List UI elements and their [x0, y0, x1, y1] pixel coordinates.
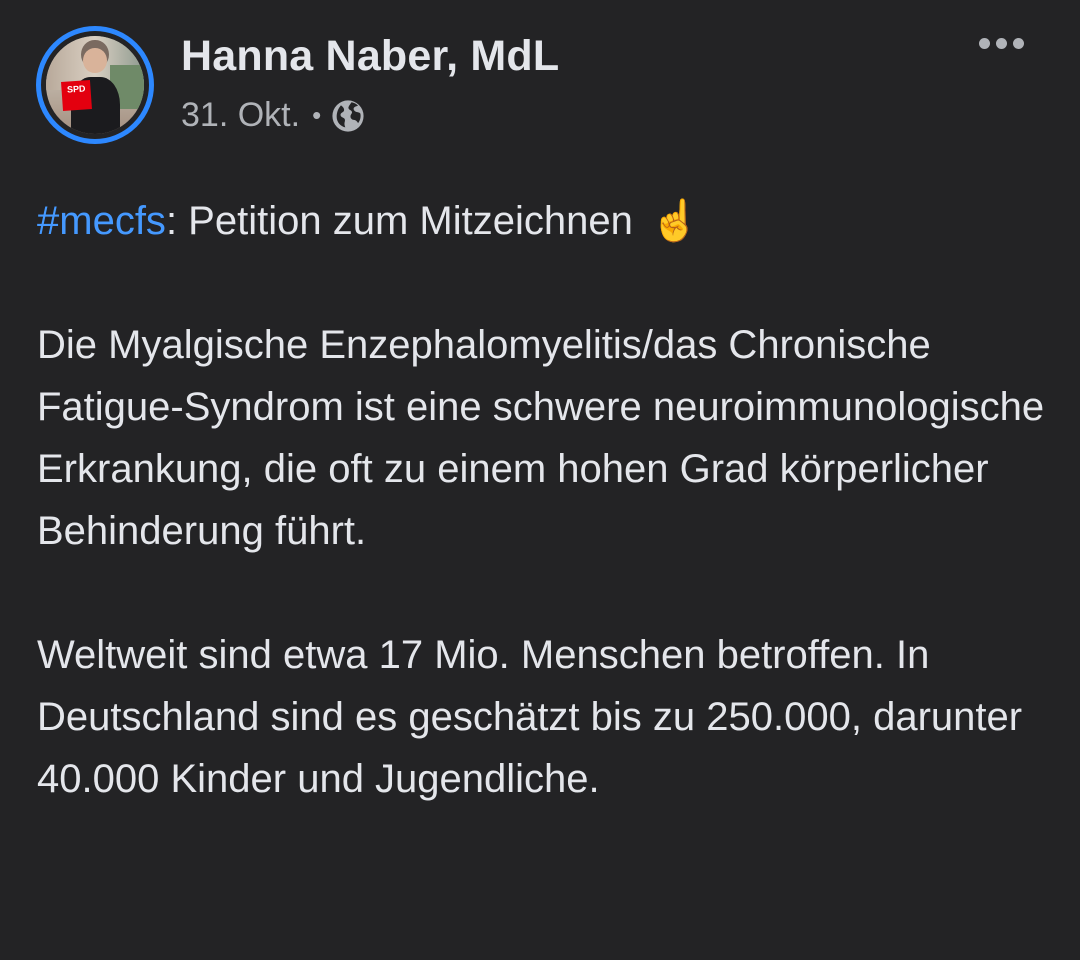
- hashtag-link[interactable]: #mecfs: [37, 199, 166, 243]
- avatar[interactable]: SPD: [36, 26, 154, 144]
- paragraph-2: Weltweit sind etwa 17 Mio. Menschen betr…: [37, 633, 1023, 801]
- post: SPD Hanna Naber, MdL 31. Okt. • #mecfs: …: [0, 0, 1080, 960]
- post-text: #mecfs: Petition zum Mitzeichnen ☝️ Die …: [37, 190, 1057, 810]
- more-options-icon[interactable]: [979, 38, 1024, 49]
- post-meta: 31. Okt. •: [181, 96, 365, 135]
- post-date[interactable]: 31. Okt.: [181, 96, 300, 135]
- meta-separator: •: [312, 100, 322, 130]
- globe-icon[interactable]: [331, 99, 365, 133]
- paragraph-1: Die Myalgische Enzephalomyelitis/das Chr…: [37, 323, 1045, 553]
- post-headline: #mecfs: Petition zum Mitzeichnen ☝️: [37, 190, 1057, 252]
- author-name[interactable]: Hanna Naber, MdL: [181, 32, 559, 81]
- pointing-up-emoji: ☝️: [649, 199, 700, 243]
- avatar-sign: SPD: [60, 80, 93, 112]
- headline-text: : Petition zum Mitzeichnen: [165, 199, 633, 243]
- profile-photo: SPD: [46, 36, 144, 134]
